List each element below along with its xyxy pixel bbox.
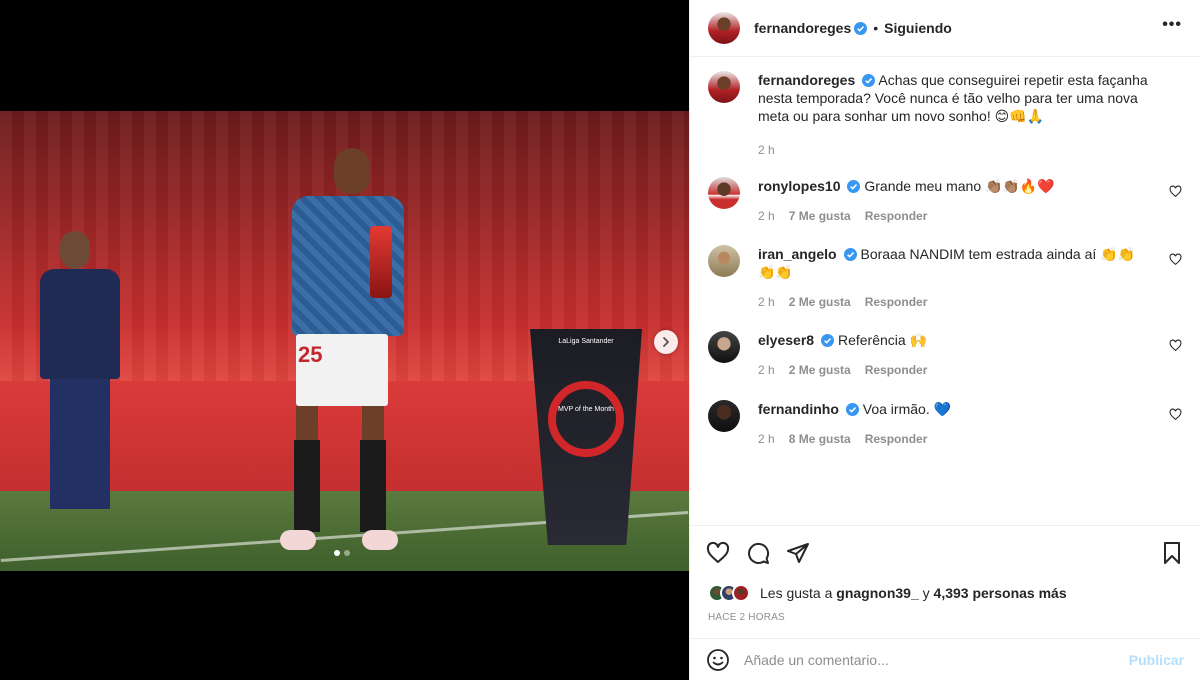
likes-suffix: y — [922, 585, 930, 601]
background-person — [40, 231, 136, 511]
like-comment-heart-icon[interactable] — [1169, 408, 1182, 421]
post-modal: 25 LaLiga Santander MVP of the Month fer… — [0, 0, 1200, 680]
comment-time[interactable]: 2 h — [758, 432, 775, 446]
following-button[interactable]: Siguiendo — [884, 20, 952, 36]
like-comment-heart-icon[interactable] — [1169, 185, 1182, 198]
verified-badge-icon — [821, 334, 835, 347]
reply-button[interactable]: Responder — [865, 209, 928, 223]
comment-likes[interactable]: 2 Me gusta — [789, 295, 851, 309]
comment-item: fernandinho Voa irmão. 💙 2 h 8 Me gusta … — [708, 400, 1182, 446]
header-separator: • — [873, 20, 879, 36]
more-options-icon[interactable]: ••• — [1162, 16, 1182, 40]
post-actions-bar — [690, 525, 1200, 580]
reply-button[interactable]: Responder — [865, 363, 928, 377]
post-details-panel: fernandoreges • Siguiendo ••• fernandore… — [689, 0, 1200, 680]
player-figure: 25 — [280, 148, 406, 558]
reply-button[interactable]: Responder — [865, 295, 928, 309]
comment-item: elyeser8 Referência 🙌 2 h 2 Me gusta Res… — [708, 331, 1182, 377]
comment-time[interactable]: 2 h — [758, 209, 775, 223]
comment-text: Referência 🙌 — [837, 332, 927, 348]
verified-badge-icon — [843, 248, 857, 261]
reply-button[interactable]: Responder — [865, 432, 928, 446]
liker-avatars — [708, 584, 750, 602]
share-paper-plane-icon[interactable] — [786, 541, 810, 565]
comment-likes[interactable]: 7 Me gusta — [789, 209, 851, 223]
carousel-dot-active — [334, 550, 340, 556]
like-comment-heart-icon[interactable] — [1169, 253, 1182, 266]
comment-username[interactable]: ronylopes10 — [758, 178, 840, 194]
likes-summary: Les gusta a gnagnon39_ y 4,393 personas … — [690, 580, 1200, 606]
caption-time[interactable]: 2 h — [758, 143, 775, 157]
comment-time[interactable]: 2 h — [758, 363, 775, 377]
author-username[interactable]: fernandoreges — [754, 20, 851, 36]
likes-prefix: Les gusta a — [760, 585, 833, 601]
comments-list: fernandoreges Achas que conseguirei repe… — [690, 57, 1200, 525]
likes-user[interactable]: gnagnon39_ — [836, 585, 918, 601]
like-comment-heart-icon[interactable] — [1169, 339, 1182, 352]
verified-badge-icon — [862, 74, 876, 87]
add-comment-bar: Publicar — [690, 638, 1200, 680]
comment-time[interactable]: 2 h — [758, 295, 775, 309]
post-photo[interactable]: 25 LaLiga Santander MVP of the Month — [0, 111, 689, 571]
comment-avatar[interactable] — [708, 245, 740, 277]
likes-count[interactable]: 4,393 personas más — [934, 585, 1067, 601]
chevron-right-icon — [663, 337, 669, 347]
podium-text: MVP of the Month — [558, 406, 614, 413]
comment-avatar[interactable] — [708, 331, 740, 363]
verified-badge-icon — [845, 403, 859, 416]
comment-avatar[interactable] — [708, 400, 740, 432]
emoji-icon[interactable] — [706, 648, 730, 672]
verified-badge-icon — [847, 180, 861, 193]
trophy — [370, 226, 392, 298]
author-avatar[interactable] — [708, 12, 740, 44]
comment-input[interactable] — [744, 651, 1129, 668]
comment-likes[interactable]: 2 Me gusta — [789, 363, 851, 377]
comment-text: Voa irmão. 💙 — [862, 401, 952, 417]
verified-badge-icon — [854, 21, 868, 35]
comment-username[interactable]: elyeser8 — [758, 332, 814, 348]
liker-avatar[interactable] — [732, 584, 750, 602]
caption: fernandoreges Achas que conseguirei repe… — [708, 71, 1182, 157]
carousel-dot — [344, 550, 350, 556]
comment-likes[interactable]: 8 Me gusta — [789, 432, 851, 446]
bookmark-icon[interactable] — [1160, 541, 1184, 565]
carousel-dots — [334, 550, 350, 556]
like-heart-icon[interactable] — [706, 541, 730, 565]
comment-username[interactable]: fernandinho — [758, 401, 839, 417]
next-image-button[interactable] — [654, 330, 678, 354]
comment-text: Grande meu mano 👏🏽👏🏽🔥❤️ — [864, 178, 1055, 194]
podium-logo-text: LaLiga Santander — [558, 338, 614, 345]
comment-item: ronylopes10 Grande meu mano 👏🏽👏🏽🔥❤️ 2 h … — [708, 177, 1182, 223]
podium-ring — [548, 381, 624, 457]
post-timestamp[interactable]: HACE 2 HORAS — [690, 606, 1200, 638]
media-viewer: 25 LaLiga Santander MVP of the Month — [0, 0, 689, 680]
comment-item: iran_angelo Boraaa NANDIM tem estrada ai… — [708, 245, 1182, 309]
post-header: fernandoreges • Siguiendo ••• — [690, 0, 1200, 57]
comment-bubble-icon[interactable] — [746, 541, 770, 565]
comment-username[interactable]: iran_angelo — [758, 246, 837, 262]
comment-avatar[interactable] — [708, 177, 740, 209]
caption-avatar[interactable] — [708, 71, 740, 103]
shirt-number: 25 — [298, 342, 323, 367]
post-comment-button[interactable]: Publicar — [1129, 652, 1184, 668]
caption-username[interactable]: fernandoreges — [758, 72, 855, 88]
likes-text: Les gusta a gnagnon39_ y 4,393 personas … — [760, 585, 1067, 601]
